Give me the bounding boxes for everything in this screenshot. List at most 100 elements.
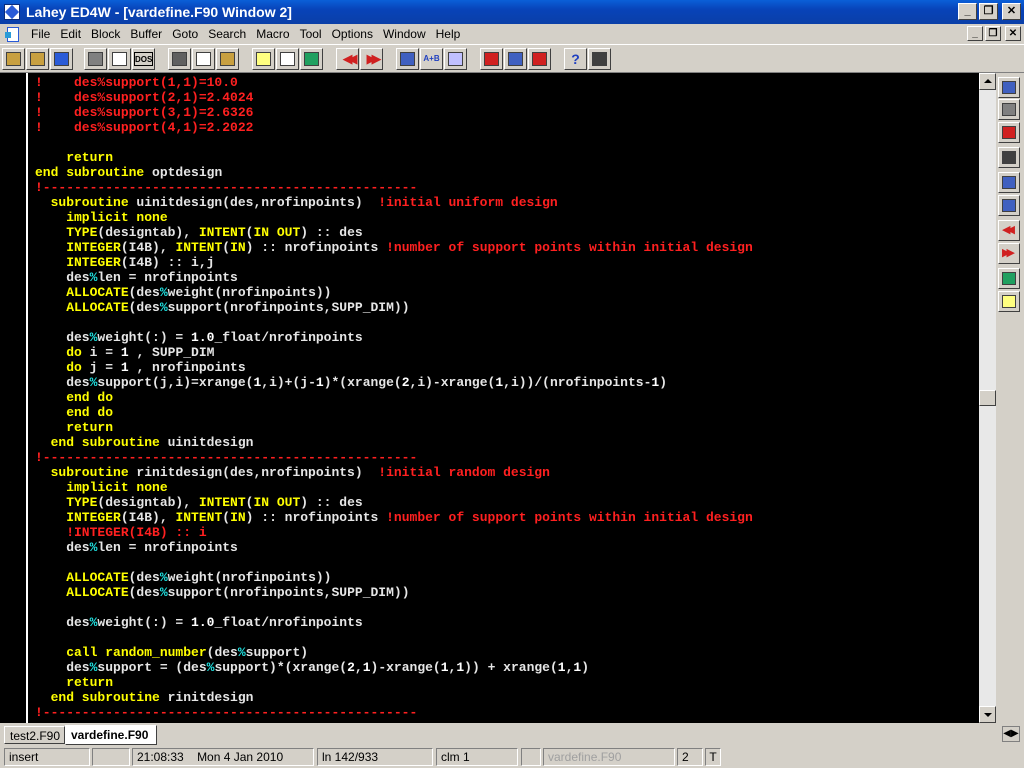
code-token: end subroutine xyxy=(35,165,153,180)
cut-icon xyxy=(172,52,187,66)
clear-button[interactable] xyxy=(444,48,467,70)
dialog-button[interactable] xyxy=(276,48,299,70)
menu-window[interactable]: Window xyxy=(378,27,431,41)
code-token: support(nrofinpoints,SUPP_DIM)) xyxy=(167,585,410,600)
code-token: subroutine xyxy=(35,195,137,210)
code-token: 1 xyxy=(120,345,129,360)
lahey-app-icon[interactable] xyxy=(4,4,20,20)
fast-forward-button[interactable]: ▶▶ xyxy=(998,243,1020,264)
tools3-button[interactable] xyxy=(528,48,551,70)
menu-help[interactable]: Help xyxy=(431,27,466,41)
code-line: ! des%support(4,1)=2.2022 xyxy=(35,120,753,135)
window-button[interactable] xyxy=(108,48,131,70)
status-line: ln 142/933 xyxy=(317,748,433,766)
help-button[interactable]: ? xyxy=(564,48,587,70)
status-datetime: 21:08:33 Mon 4 Jan 2010 xyxy=(132,748,314,766)
find-button[interactable] xyxy=(396,48,419,70)
code-token: support(nrofinpoints,SUPP_DIM)) xyxy=(167,300,410,315)
bulb-button[interactable] xyxy=(998,291,1020,312)
code-line: TYPE(designtab), INTENT(IN OUT) :: des xyxy=(35,225,753,240)
scroll-up-button[interactable] xyxy=(979,73,996,90)
code-token: ALLOCATE xyxy=(35,570,129,585)
tab-test2[interactable]: test2.F90 xyxy=(4,726,65,744)
code-token: 1 xyxy=(495,375,504,390)
menu-macro[interactable]: Macro xyxy=(251,27,294,41)
rewind-button[interactable]: ◀◀ xyxy=(998,220,1020,241)
child-restore-button[interactable]: ❐ xyxy=(985,26,1001,41)
code-line: ALLOCATE(des%support(nrofinpoints,SUPP_D… xyxy=(35,585,753,600)
code-token: des xyxy=(35,540,90,555)
menu-search[interactable]: Search xyxy=(203,27,251,41)
code-token: (designtab), xyxy=(97,225,199,240)
check-button[interactable] xyxy=(252,48,275,70)
menu-file[interactable]: File xyxy=(26,27,55,41)
fast-forward-icon: ▶▶ xyxy=(1002,247,1015,259)
menu-tool[interactable]: Tool xyxy=(295,27,327,41)
run-button[interactable] xyxy=(998,147,1020,168)
code-token: )*(xrange( xyxy=(323,375,402,390)
list-button[interactable] xyxy=(998,172,1020,193)
dos-icon: DOS xyxy=(134,52,153,66)
menu-bar: File Edit Block Buffer Goto Search Macro Tool Op… xyxy=(0,24,1024,44)
paste-button[interactable] xyxy=(216,48,239,70)
menu-edit[interactable]: Edit xyxy=(55,27,86,41)
grid-button[interactable] xyxy=(588,48,611,70)
child-close-button[interactable]: ✕ xyxy=(1005,26,1021,41)
save-disk-button[interactable] xyxy=(50,48,73,70)
window-button[interactable] xyxy=(998,195,1020,216)
code-token: len = nrofinpoints xyxy=(97,270,238,285)
code-line: des%weight(:) = 1.0_float/nrofinpoints xyxy=(35,615,753,630)
close-button[interactable]: ✕ xyxy=(1002,3,1021,20)
code-line: implicit none xyxy=(35,480,753,495)
replace-button[interactable]: A+B xyxy=(420,48,443,70)
menu-options[interactable]: Options xyxy=(327,27,378,41)
download-button[interactable] xyxy=(998,122,1020,143)
prev-button[interactable]: ◀◀ xyxy=(336,48,359,70)
vertical-scrollbar[interactable] xyxy=(979,73,996,723)
tab-vardefine[interactable]: vardefine.F90 xyxy=(65,725,157,745)
status-date: Mon 4 Jan 2010 xyxy=(197,750,284,764)
code-editor[interactable]: ! des%support(1,1)=10.0! des%support(2,1… xyxy=(0,73,979,723)
scroll-thumb[interactable] xyxy=(979,390,996,406)
globe-button[interactable] xyxy=(300,48,323,70)
menu-buffer[interactable]: Buffer xyxy=(125,27,167,41)
next-button[interactable]: ▶▶ xyxy=(360,48,383,70)
status-bar: insert 21:08:33 Mon 4 Jan 2010 ln 142/93… xyxy=(0,745,1024,768)
document-icon[interactable] xyxy=(4,26,20,42)
code-line: TYPE(designtab), INTENT(IN OUT) :: des xyxy=(35,495,753,510)
dos-button[interactable]: DOS xyxy=(132,48,155,70)
tools-button[interactable] xyxy=(480,48,503,70)
image-button[interactable] xyxy=(998,268,1020,289)
code-token: ) xyxy=(581,660,590,675)
code-token: end subroutine xyxy=(35,435,168,450)
code-token: ALLOCATE xyxy=(35,585,129,600)
maximize-button[interactable]: ❐ xyxy=(979,3,998,20)
code-line: INTEGER(I4B), INTENT(IN) :: nrofinpoints… xyxy=(35,240,753,255)
margin-line xyxy=(26,73,28,723)
code-token: rinitdesign xyxy=(167,690,254,705)
menu-goto[interactable]: Goto xyxy=(167,27,203,41)
child-minimize-button[interactable]: _ xyxy=(967,26,983,41)
menu-block[interactable]: Block xyxy=(86,27,125,41)
tab-scroll-buttons[interactable]: ◀▶ xyxy=(1002,726,1020,742)
compile-button[interactable] xyxy=(998,77,1020,98)
tools2-button[interactable] xyxy=(504,48,527,70)
scroll-down-button[interactable] xyxy=(979,706,996,723)
code-line: call random_number(des%support) xyxy=(35,645,753,660)
code-token: !---------------------------------------… xyxy=(35,180,418,195)
window-icon xyxy=(112,52,127,66)
folder-button[interactable] xyxy=(26,48,49,70)
open-folder-button[interactable] xyxy=(2,48,25,70)
wrench-button[interactable] xyxy=(998,99,1020,120)
minimize-button[interactable]: _ xyxy=(958,3,977,20)
status-column: clm 1 xyxy=(436,748,518,766)
code-token: ! des%support(2,1)=2.4024 xyxy=(35,90,254,105)
code-token: weight(:) = xyxy=(97,615,192,630)
code-token: do xyxy=(35,345,90,360)
print-button[interactable] xyxy=(84,48,107,70)
cut-button[interactable] xyxy=(168,48,191,70)
copy-button[interactable] xyxy=(192,48,215,70)
code-token: weight(:) = xyxy=(97,330,192,345)
